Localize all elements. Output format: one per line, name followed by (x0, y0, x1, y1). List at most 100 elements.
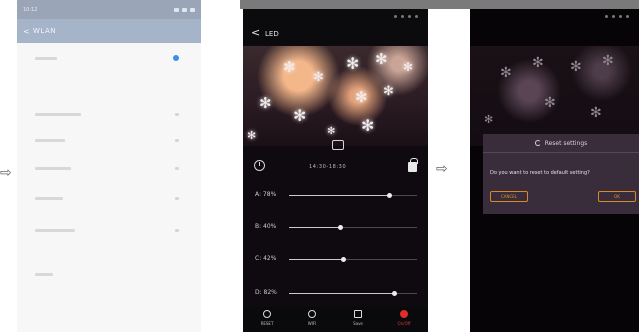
slider-knob[interactable] (338, 225, 343, 230)
list-item-value (175, 197, 179, 200)
reset-screen: ✻ ✻ ✻ ✻ ✻ ✻ ✻ Reset settings Do you want… (470, 9, 639, 332)
schedule-time: 14:30-18:30 (309, 164, 347, 170)
list-item-label (35, 197, 63, 200)
nav-save-button[interactable]: Save (343, 310, 373, 326)
slider-fill (289, 259, 343, 260)
dialog-title-row: Reset settings (483, 134, 639, 152)
coral-photo-dimmed: ✻ ✻ ✻ ✻ ✻ ✻ ✻ (470, 46, 639, 146)
list-item-label (35, 113, 81, 116)
list-item[interactable] (27, 193, 191, 207)
flow-arrow-icon: ⇨ (0, 165, 12, 181)
channel-label: B: 40% (255, 223, 277, 230)
nav-power-button[interactable]: On/Off (389, 310, 419, 326)
top-band (240, 0, 639, 9)
wifi-icon (308, 310, 316, 318)
battery-icon (190, 7, 195, 12)
list-item-label (35, 167, 71, 170)
channel-slider-d[interactable]: D: 82% (255, 288, 420, 298)
slider-fill (289, 227, 340, 228)
coral-polyp-icon: ✻ (327, 126, 336, 137)
status-time: 10:12 (23, 6, 38, 13)
coral-polyp-icon: ✻ (602, 53, 614, 69)
coral-polyp-icon: ✻ (484, 113, 494, 126)
slider-knob[interactable] (387, 193, 392, 198)
wifi-status-icon (182, 7, 187, 12)
led-header: < LED (243, 9, 428, 45)
list-item[interactable] (27, 109, 191, 123)
signal-icon (174, 7, 179, 12)
nav-wifi-button[interactable]: WIFI (297, 310, 327, 326)
back-button[interactable]: < (251, 26, 260, 39)
coral-polyp-icon: ✻ (590, 105, 602, 121)
wlan-header: < WLAN (17, 19, 201, 43)
led-screen: < LED ✻ ✻ ✻ ✻ ✻ ✻ ✻ ✻ ✻ ✻ ✻ ✻ 14:30-18:3… (243, 9, 428, 332)
ok-button[interactable]: OK (598, 191, 636, 202)
list-item-label (35, 229, 75, 232)
coral-polyp-icon: ✻ (544, 95, 556, 111)
reset-dialog: Reset settings Do you want to reset to d… (483, 134, 639, 214)
wlan-toggle-label (35, 57, 57, 60)
status-bar: 10:12 (17, 0, 201, 19)
coral-photo: ✻ ✻ ✻ ✻ ✻ ✻ ✻ ✻ ✻ ✻ ✻ ✻ (243, 46, 428, 146)
list-item[interactable] (27, 269, 191, 283)
status-icons (174, 7, 195, 12)
status-icons (394, 15, 418, 18)
slider-knob[interactable] (392, 291, 397, 296)
wlan-toggle[interactable] (173, 55, 179, 61)
back-button[interactable]: < (23, 27, 33, 36)
reset-icon (263, 310, 271, 318)
coral-polyp-icon: ✻ (361, 116, 375, 135)
flow-arrow-icon: ⇨ (436, 161, 448, 177)
channel-label: D: 82% (255, 289, 277, 296)
wlan-toggle-row[interactable] (27, 53, 191, 67)
channel-label: A: 78% (255, 191, 277, 198)
list-item-label (35, 273, 53, 276)
list-item-value (175, 167, 179, 170)
lock-icon[interactable] (408, 158, 418, 172)
channel-slider-b[interactable]: B: 40% (255, 222, 420, 232)
slider-knob[interactable] (341, 257, 346, 262)
list-item-value (175, 139, 179, 142)
nav-label: WIFI (307, 321, 317, 326)
brand-logo-icon (332, 140, 344, 150)
list-item-value (175, 113, 179, 116)
coral-polyp-icon: ✻ (403, 60, 414, 74)
cancel-button[interactable]: CANCEL (490, 191, 528, 202)
coral-polyp-icon: ✻ (570, 59, 582, 75)
list-item[interactable] (27, 163, 191, 177)
power-icon (400, 310, 408, 318)
channel-slider-c[interactable]: C: 42% (255, 254, 420, 264)
status-icons (605, 15, 629, 18)
dialog-title: Reset settings (544, 139, 588, 147)
coral-polyp-icon: ✻ (313, 70, 324, 85)
slider-fill (289, 195, 389, 196)
coral-polyp-icon: ✻ (375, 50, 388, 68)
list-item[interactable] (27, 225, 191, 239)
list-item[interactable] (27, 135, 191, 149)
nav-reset-button[interactable]: RESET (252, 310, 282, 326)
clock-icon[interactable] (254, 160, 265, 171)
nav-label: On/Off (397, 321, 411, 326)
channel-label: C: 42% (255, 255, 277, 262)
refresh-icon (534, 140, 541, 146)
coral-polyp-icon: ✻ (500, 65, 512, 81)
dialog-message: Do you want to reset to default setting? (490, 170, 590, 176)
wlan-screen: 10:12 < WLAN (17, 0, 201, 332)
coral-polyp-icon: ✻ (247, 129, 257, 142)
divider (483, 152, 639, 153)
coral-polyp-icon: ✻ (293, 106, 307, 125)
coral-polyp-icon: ✻ (532, 55, 544, 71)
slider-fill (289, 293, 394, 294)
list-item-value (175, 229, 179, 232)
coral-polyp-icon: ✻ (346, 54, 360, 73)
list-item-label (35, 139, 65, 142)
coral-polyp-icon: ✻ (383, 84, 394, 99)
coral-polyp-icon: ✻ (283, 58, 296, 76)
bottom-nav: RESET WIFI Save On/Off (243, 307, 428, 332)
nav-label: RESET (260, 321, 274, 326)
screenshot-canvas: 10:12 < WLAN ⇨ < LED ✻ ✻ ✻ ✻ ✻ ✻ ✻ ✻ ✻ ✻… (0, 0, 639, 332)
nav-label: Save (353, 321, 363, 326)
coral-polyp-icon: ✻ (355, 88, 368, 106)
channel-slider-a[interactable]: A: 78% (255, 190, 420, 200)
coral-polyp-icon: ✻ (259, 94, 272, 112)
